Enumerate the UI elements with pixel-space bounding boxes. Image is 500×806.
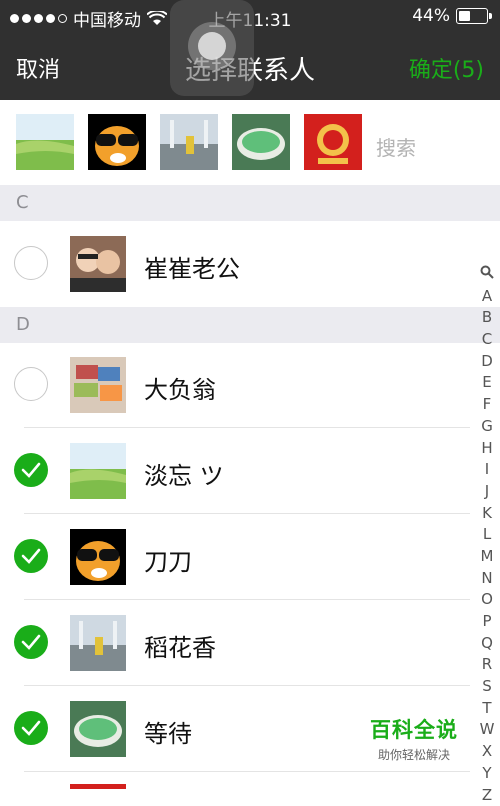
- contact-row[interactable]: 大负翁: [0, 342, 470, 428]
- contact-name: 等待: [144, 714, 192, 749]
- index-letter-x[interactable]: X: [474, 741, 500, 763]
- checkbox-unchecked[interactable]: [14, 246, 48, 280]
- checkmark-icon: [21, 633, 41, 651]
- contact-row[interactable]: 淡忘 ツ: [0, 428, 470, 514]
- checkbox-unchecked[interactable]: [14, 367, 48, 401]
- avatar: [70, 236, 126, 292]
- watermark-main: 百科全说: [366, 714, 462, 744]
- index-letter-h[interactable]: H: [474, 438, 500, 460]
- contact-row[interactable]: 稻花香: [0, 600, 470, 686]
- selected-thumb-fountain-photo[interactable]: [160, 114, 218, 170]
- contact-name: 崔崔老公: [144, 249, 240, 284]
- index-letter-m[interactable]: M: [474, 546, 500, 568]
- selected-thumb-green-soup[interactable]: [232, 114, 290, 170]
- next-avatar-peek: [70, 784, 126, 789]
- contact-name: 淡忘 ツ: [144, 456, 224, 491]
- index-letter-g[interactable]: G: [474, 416, 500, 438]
- index-letter-b[interactable]: B: [474, 307, 500, 329]
- checkbox-checked[interactable]: [14, 453, 48, 487]
- contact-name: 稻花香: [144, 628, 216, 663]
- index-letter-p[interactable]: P: [474, 611, 500, 633]
- contact-name: 刀刀: [144, 542, 192, 577]
- checkbox-checked[interactable]: [14, 539, 48, 573]
- index-letter-y[interactable]: Y: [474, 763, 500, 785]
- index-letter-k[interactable]: K: [474, 503, 500, 525]
- checkbox-checked[interactable]: [14, 625, 48, 659]
- index-letter-e[interactable]: E: [474, 372, 500, 394]
- checkmark-icon: [21, 461, 41, 479]
- index-letter-f[interactable]: F: [474, 394, 500, 416]
- index-letter-j[interactable]: J: [474, 481, 500, 503]
- checkmark-icon: [21, 719, 41, 737]
- avatar: [70, 615, 126, 671]
- alphabet-index[interactable]: ABCDEFGHIJKLMNOPQRSTWXYZ: [474, 264, 500, 806]
- selected-thumb-red-poster[interactable]: [304, 114, 362, 170]
- watermark-logo: 百科全说 助你轻松解决: [366, 714, 462, 763]
- watermark-sub: 助你轻松解决: [366, 746, 462, 763]
- index-letter-d[interactable]: D: [474, 351, 500, 373]
- index-letter-w[interactable]: W: [474, 719, 500, 741]
- avatar: [70, 357, 126, 413]
- index-letter-c[interactable]: C: [474, 329, 500, 351]
- index-letter-l[interactable]: L: [474, 524, 500, 546]
- checkmark-icon: [21, 547, 41, 565]
- avatar: [70, 701, 126, 757]
- index-letter-q[interactable]: Q: [474, 633, 500, 655]
- index-letter-z[interactable]: Z: [474, 785, 500, 806]
- selected-contacts-strip: 搜索: [0, 100, 500, 186]
- index-letter-t[interactable]: T: [474, 698, 500, 720]
- battery-icon: [456, 8, 488, 24]
- contact-name: 大负翁: [144, 370, 216, 405]
- contact-row[interactable]: 刀刀: [0, 514, 470, 600]
- battery-percent: 44%: [412, 6, 450, 26]
- search-input[interactable]: 搜索: [376, 132, 416, 161]
- index-letter-r[interactable]: R: [474, 654, 500, 676]
- selected-thumb-cartoon-face[interactable]: [88, 114, 146, 170]
- selected-thumb-green-field[interactable]: [16, 114, 74, 170]
- index-search-icon[interactable]: [474, 264, 500, 286]
- avatar: [70, 529, 126, 585]
- index-letter-s[interactable]: S: [474, 676, 500, 698]
- section-header-d: D: [0, 307, 500, 343]
- confirm-button[interactable]: 确定(5): [409, 52, 484, 84]
- index-letter-o[interactable]: O: [474, 589, 500, 611]
- contact-row[interactable]: 崔崔老公: [0, 221, 470, 307]
- index-letter-a[interactable]: A: [474, 286, 500, 308]
- top-bar: 中国移动 上午11:31 44% 取消 选择联系人 确定(5): [0, 0, 500, 100]
- index-letter-n[interactable]: N: [474, 568, 500, 590]
- section-header-c: C: [0, 185, 500, 221]
- assistive-touch-button[interactable]: [170, 0, 254, 96]
- index-letter-i[interactable]: I: [474, 459, 500, 481]
- avatar: [70, 443, 126, 499]
- checkbox-checked[interactable]: [14, 711, 48, 745]
